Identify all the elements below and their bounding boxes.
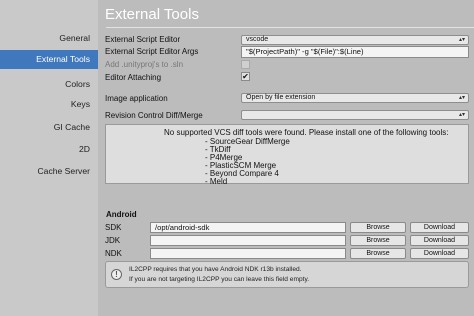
dropdown-arrow-icon: ▴▾ [458, 95, 465, 101]
ndk-warning-box: ! IL2CPP requires that you have Android … [105, 261, 469, 288]
revision-control-dropdown[interactable]: ▴▾ [241, 110, 469, 120]
dropdown-arrow-icon: ▴▾ [458, 112, 465, 118]
title-divider [106, 27, 474, 28]
image-application-value: Open by file extension [246, 94, 316, 101]
script-editor-value: vscode [246, 36, 269, 43]
ndk-download-button[interactable]: Download [410, 248, 469, 259]
script-editor-args-label: External Script Editor Args [105, 47, 199, 56]
page-title: External Tools [105, 6, 199, 23]
image-application-dropdown[interactable]: Open by file extension ▴▾ [241, 93, 469, 103]
sdk-download-button[interactable]: Download [410, 222, 469, 233]
ndk-path-input[interactable] [150, 248, 346, 259]
sidebar-item-general[interactable]: General [0, 29, 98, 48]
jdk-label: JDK [105, 236, 121, 245]
vcs-info-box: No supported VCS diff tools were found. … [105, 124, 469, 186]
script-editor-dropdown[interactable]: vscode ▴▾ [241, 35, 469, 45]
ndk-label: NDK [105, 249, 122, 258]
script-editor-args-input[interactable]: "$(ProjectPath)" -g "$(File)":$(Line) [241, 46, 469, 58]
sidebar-item-2d[interactable]: 2D [0, 140, 98, 159]
dropdown-arrow-icon: ▴▾ [458, 37, 465, 43]
sidebar-item-keys[interactable]: Keys [0, 95, 98, 114]
add-unityproj-label: Add .unityproj's to .sln [105, 60, 184, 69]
sdk-path-input[interactable]: /opt/android-sdk [150, 222, 346, 233]
android-section-title: Android [106, 210, 137, 219]
sidebar-item-colors[interactable]: Colors [0, 75, 98, 94]
checkmark-icon: ✔ [242, 72, 249, 81]
jdk-browse-button[interactable]: Browse [350, 235, 406, 246]
sidebar-item-cache-server[interactable]: Cache Server [0, 162, 98, 181]
sidebar-item-gi-cache[interactable]: GI Cache [0, 118, 98, 137]
sdk-label: SDK [105, 223, 122, 232]
warning-line: If you are not targeting IL2CPP you can … [129, 276, 310, 283]
jdk-download-button[interactable]: Download [410, 235, 469, 246]
jdk-path-input[interactable] [150, 235, 346, 246]
vcs-info-message: No supported VCS diff tools were found. … [164, 128, 449, 137]
sdk-browse-button[interactable]: Browse [350, 222, 406, 233]
external-tools-panel: External Tools External Script Editor vs… [98, 0, 474, 316]
image-application-label: Image application [105, 94, 168, 103]
script-editor-label: External Script Editor [105, 35, 181, 44]
ndk-browse-button[interactable]: Browse [350, 248, 406, 259]
revision-control-label: Revision Control Diff/Merge [105, 111, 203, 120]
warning-icon: ! [111, 269, 122, 280]
vcs-tool-item: - Meld [205, 177, 228, 186]
add-unityproj-checkbox[interactable] [241, 60, 250, 69]
editor-attaching-label: Editor Attaching [105, 73, 162, 82]
sidebar-item-external-tools[interactable]: External Tools [0, 50, 98, 69]
preferences-sidebar: General External Tools Colors Keys GI Ca… [0, 0, 98, 316]
editor-attaching-checkbox[interactable]: ✔ [241, 72, 250, 81]
warning-line: IL2CPP requires that you have Android ND… [129, 266, 302, 273]
